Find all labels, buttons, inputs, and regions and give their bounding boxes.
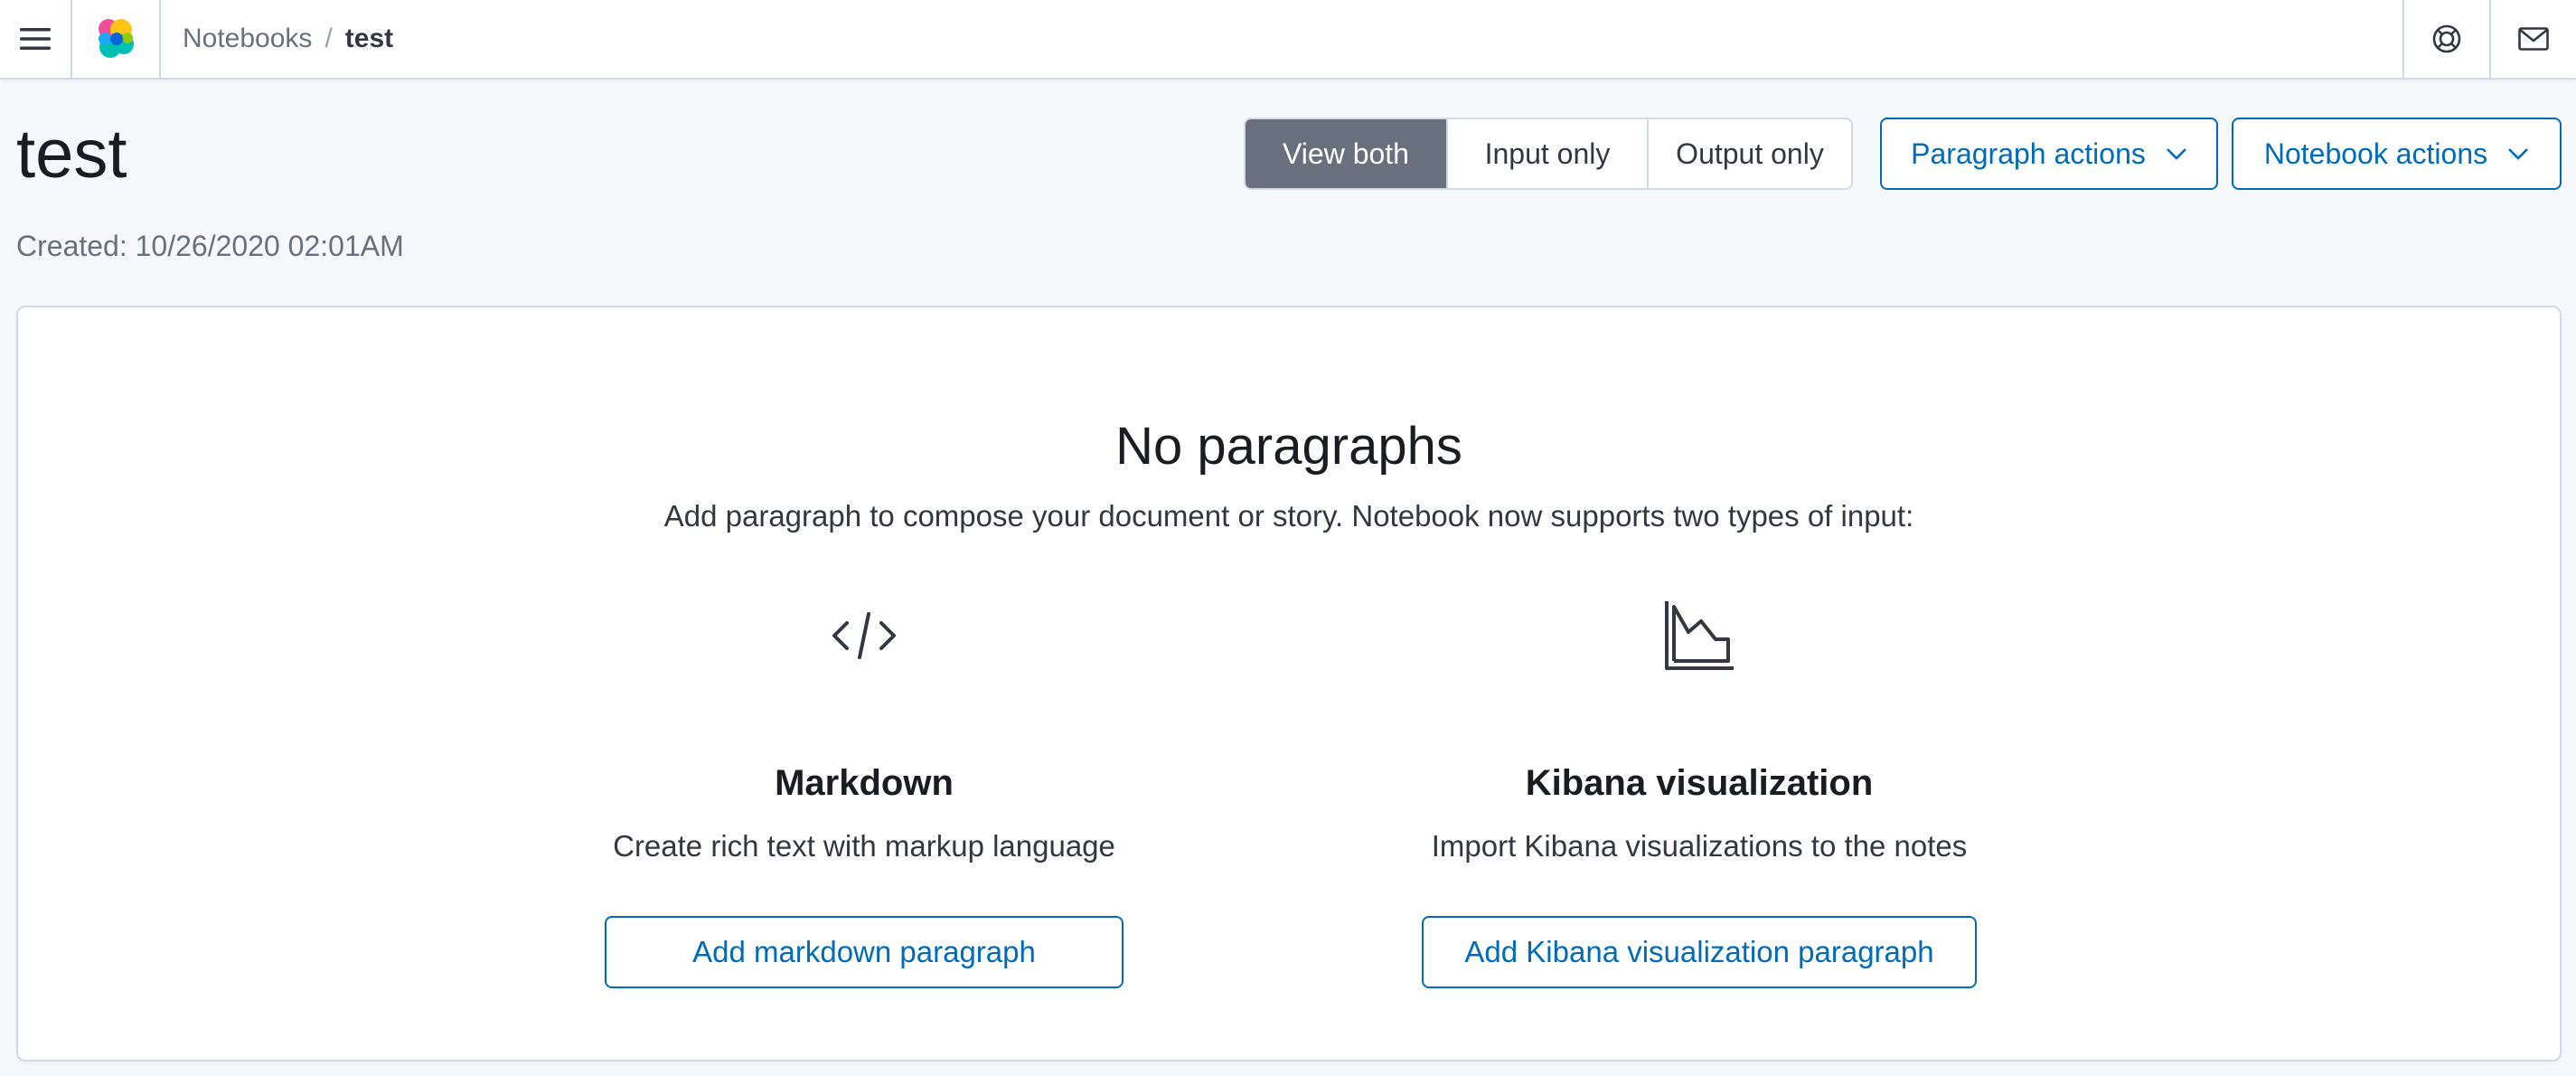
markdown-option-description: Create rich text with markup language: [613, 829, 1115, 863]
hamburger-menu-icon: [20, 28, 51, 50]
header-actions: [2402, 0, 2576, 78]
visualization-icon-container: [1392, 595, 2007, 676]
kibana-visualization-option: Kibana visualization Import Kibana visua…: [1392, 595, 2007, 988]
add-markdown-paragraph-button[interactable]: Add markdown paragraph: [605, 916, 1123, 988]
visualization-chart-icon: [1665, 601, 1734, 670]
input-only-button[interactable]: Input only: [1446, 119, 1647, 188]
help-button[interactable]: [2402, 0, 2489, 78]
markdown-icon-container: [557, 595, 1171, 676]
markdown-option: Markdown Create rich text with markup la…: [557, 595, 1171, 988]
kibana-visualization-option-title: Kibana visualization: [1525, 763, 1874, 803]
chevron-down-icon: [2508, 148, 2529, 160]
code-icon: [832, 612, 896, 659]
view-both-button[interactable]: View both: [1246, 119, 1446, 188]
breadcrumb-notebooks[interactable]: Notebooks: [183, 24, 312, 54]
mail-icon: [2518, 27, 2549, 51]
chevron-down-icon: [2166, 148, 2186, 160]
menu-button[interactable]: [0, 0, 72, 78]
empty-state-title: No paragraphs: [1115, 417, 1462, 476]
notebook-panel: No paragraphs Add paragraph to compose y…: [16, 306, 2562, 1062]
view-mode-toggle: View both Input only Output only: [1244, 118, 1853, 190]
page-title: test: [16, 116, 127, 193]
notebook-actions-label: Notebook actions: [2263, 137, 2488, 170]
add-kibana-visualization-paragraph-button[interactable]: Add Kibana visualization paragraph: [1422, 916, 1977, 988]
breadcrumb-separator: /: [324, 24, 333, 53]
breadcrumb: Notebooks / test: [183, 24, 393, 54]
markdown-option-title: Markdown: [775, 763, 954, 803]
kibana-visualization-option-description: Import Kibana visualizations to the note…: [1431, 829, 1968, 863]
paragraph-actions-button[interactable]: Paragraph actions: [1880, 118, 2218, 190]
help-lifebuoy-icon: [2432, 24, 2461, 53]
notebook-actions-button[interactable]: Notebook actions: [2232, 118, 2562, 190]
top-header: Notebooks / test: [0, 0, 2576, 80]
home-logo-link[interactable]: [72, 0, 161, 78]
output-only-button[interactable]: Output only: [1647, 119, 1851, 188]
elastic-logo-icon: [99, 19, 134, 58]
mail-button[interactable]: [2489, 0, 2576, 78]
created-timestamp: Created: 10/26/2020 02:01AM: [16, 230, 404, 262]
empty-state-description: Add paragraph to compose your document o…: [663, 499, 1914, 533]
paragraph-actions-label: Paragraph actions: [1911, 137, 2146, 170]
breadcrumb-current: test: [344, 24, 394, 53]
